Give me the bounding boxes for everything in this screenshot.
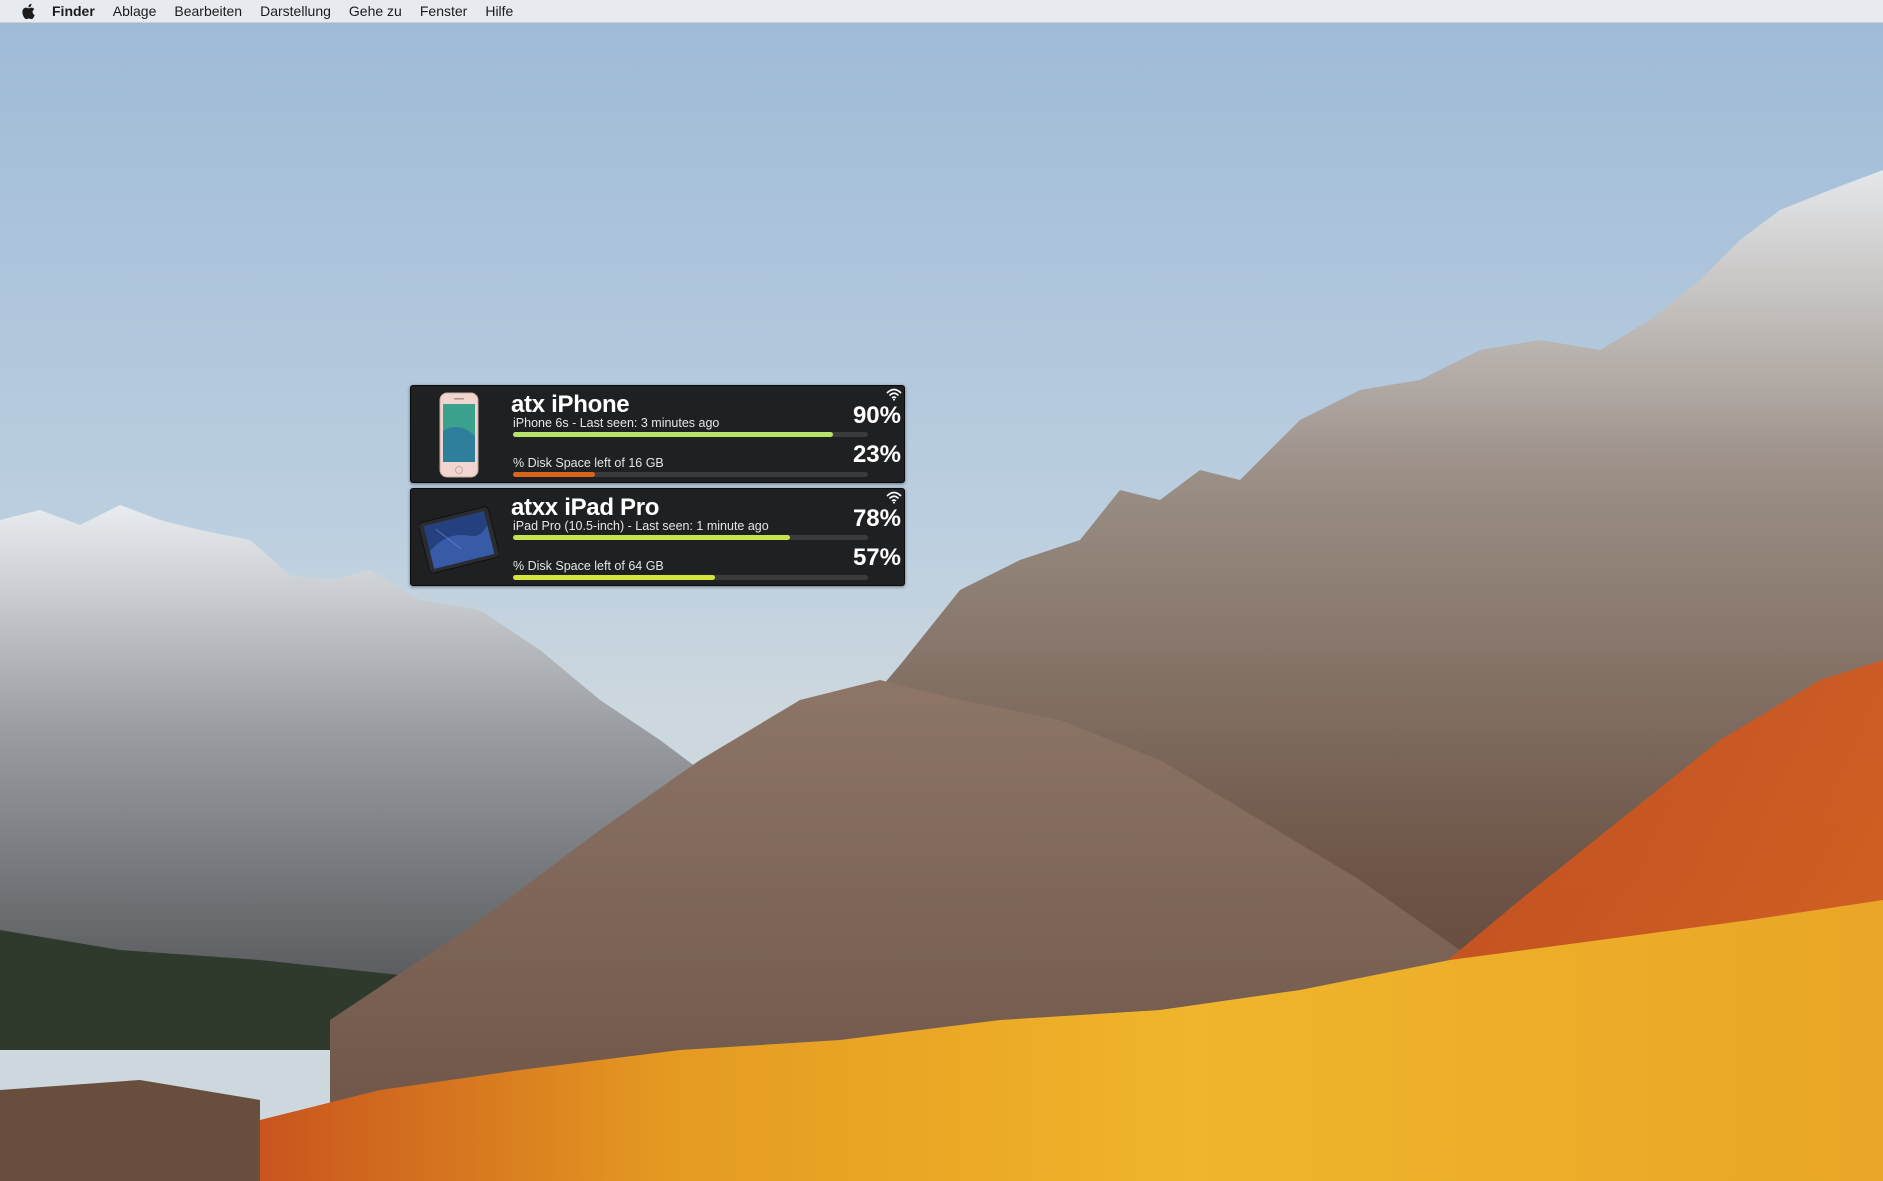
disk-bar	[513, 575, 868, 580]
device-card-iphone[interactable]: atx iPhone iPhone 6s - Last seen: 3 minu…	[410, 385, 905, 483]
disk-bar-fill	[513, 575, 716, 580]
menu-finder[interactable]: Finder	[52, 3, 95, 19]
battery-bar-fill	[513, 432, 833, 437]
menu-hilfe[interactable]: Hilfe	[485, 3, 513, 19]
device-card-ipad[interactable]: atxx iPad Pro iPad Pro (10.5-inch) - Las…	[410, 488, 905, 586]
disk-percentage: 23%	[852, 441, 901, 468]
device-subtitle: iPhone 6s - Last seen: 3 minutes ago	[513, 416, 720, 430]
iphone-image-icon	[439, 392, 479, 478]
device-name: atxx iPad Pro	[511, 494, 660, 521]
disk-bar	[513, 472, 868, 477]
wifi-icon	[886, 388, 902, 401]
device-subtitle: iPad Pro (10.5-inch) - Last seen: 1 minu…	[513, 519, 769, 533]
disk-percentage: 57%	[852, 544, 901, 571]
ipad-image-icon	[419, 506, 499, 574]
menu-bearbeiten[interactable]: Bearbeiten	[174, 3, 242, 19]
disk-bar-fill	[513, 472, 595, 477]
battery-bar	[513, 432, 868, 437]
desktop: Finder Ablage Bearbeiten Darstellung Geh…	[0, 0, 1883, 1181]
menu-fenster[interactable]: Fenster	[420, 3, 467, 19]
disk-space-label: % Disk Space left of 64 GB	[513, 559, 664, 573]
menu-bar: Finder Ablage Bearbeiten Darstellung Geh…	[0, 0, 1883, 23]
menu-darstellung[interactable]: Darstellung	[260, 3, 331, 19]
battery-percentage: 90%	[852, 402, 901, 429]
device-name: atx iPhone	[511, 391, 630, 418]
battery-percentage: 78%	[852, 505, 901, 532]
menu-ablage[interactable]: Ablage	[113, 3, 157, 19]
battery-bar	[513, 535, 868, 540]
menu-gehe-zu[interactable]: Gehe zu	[349, 3, 402, 19]
wifi-icon	[886, 491, 902, 504]
battery-bar-fill	[513, 535, 790, 540]
apple-logo-icon[interactable]	[20, 2, 36, 20]
disk-space-label: % Disk Space left of 16 GB	[513, 456, 664, 470]
wallpaper-landscape	[0, 0, 1883, 1181]
device-status-widget: atx iPhone iPhone 6s - Last seen: 3 minu…	[410, 385, 905, 591]
